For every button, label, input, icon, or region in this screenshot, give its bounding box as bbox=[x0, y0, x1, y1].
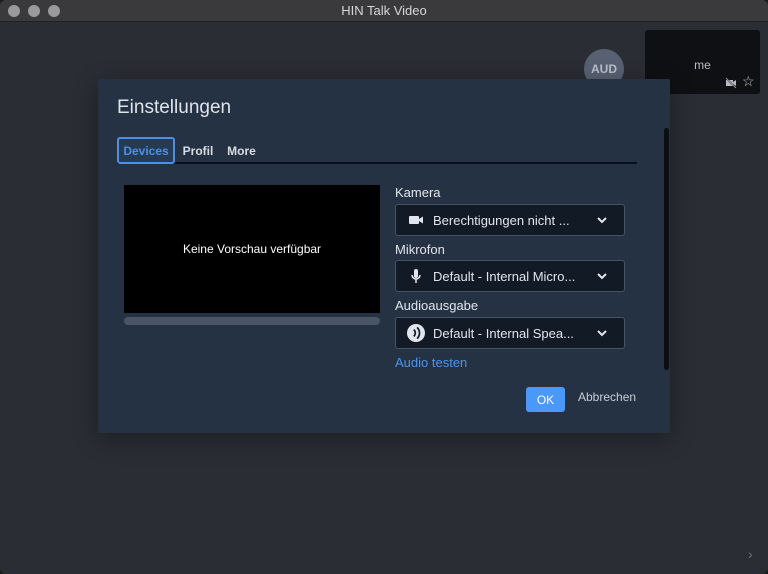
self-label: me bbox=[694, 58, 711, 72]
audio-output-select[interactable]: Default - Internal Spea... bbox=[395, 317, 625, 349]
chevron-down-icon bbox=[597, 330, 607, 337]
tab-devices[interactable]: Devices bbox=[117, 137, 175, 164]
speaker-icon bbox=[407, 324, 425, 342]
camera-select-value: Berechtigungen nicht ... bbox=[433, 213, 570, 228]
camera-preview: Keine Vorschau verfügbar bbox=[124, 185, 380, 313]
window-title: HIN Talk Video bbox=[341, 3, 427, 18]
vertical-scrollbar[interactable] bbox=[664, 128, 669, 370]
tab-more[interactable]: More bbox=[226, 137, 257, 164]
settings-tabs: Devices Profil More bbox=[117, 137, 637, 164]
ok-button[interactable]: OK bbox=[526, 387, 565, 412]
preview-message: Keine Vorschau verfügbar bbox=[182, 242, 322, 256]
titlebar: HIN Talk Video bbox=[0, 0, 768, 22]
settings-dialog: Einstellungen Devices Profil More Keine … bbox=[98, 79, 670, 433]
preview-level-bar bbox=[124, 317, 380, 325]
camera-off-icon bbox=[725, 77, 737, 89]
chevron-right-icon[interactable]: › bbox=[748, 546, 753, 562]
microphone-icon bbox=[411, 269, 421, 283]
app-window: HIN Talk Video AUD me ☆ Einstellungen De… bbox=[0, 0, 768, 574]
audio-output-select-value: Default - Internal Spea... bbox=[433, 326, 574, 341]
dialog-title: Einstellungen bbox=[117, 97, 232, 118]
star-icon[interactable]: ☆ bbox=[742, 74, 755, 88]
chevron-down-icon bbox=[597, 217, 607, 224]
camera-select[interactable]: Berechtigungen nicht ... bbox=[395, 204, 625, 236]
audio-output-label: Audioausgabe bbox=[395, 298, 479, 313]
camera-label: Kamera bbox=[395, 185, 441, 200]
microphone-label: Mikrofon bbox=[395, 242, 445, 257]
microphone-select[interactable]: Default - Internal Micro... bbox=[395, 260, 625, 292]
cancel-button[interactable]: Abbrechen bbox=[578, 390, 636, 404]
chevron-down-icon bbox=[597, 273, 607, 280]
test-audio-link[interactable]: Audio testen bbox=[395, 355, 467, 370]
tab-profil[interactable]: Profil bbox=[182, 137, 214, 164]
microphone-select-value: Default - Internal Micro... bbox=[433, 269, 576, 284]
video-camera-icon bbox=[409, 216, 423, 224]
